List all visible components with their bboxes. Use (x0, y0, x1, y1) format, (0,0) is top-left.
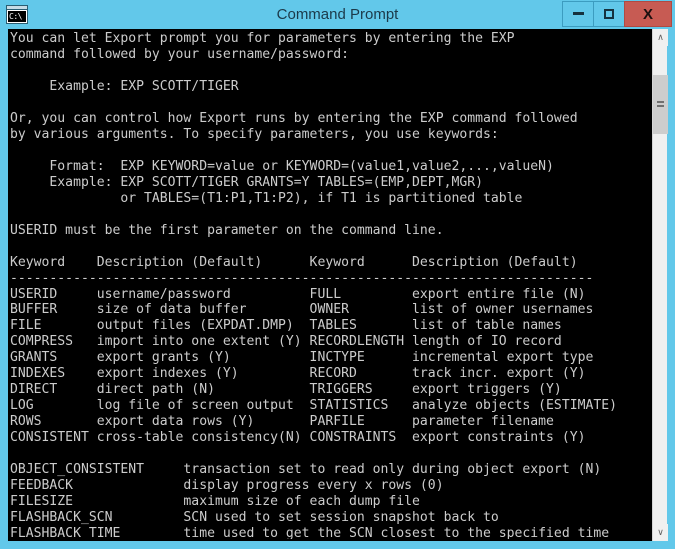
scroll-down-arrow-icon[interactable]: ∨ (653, 524, 668, 541)
window-border-right (667, 29, 675, 549)
maximize-button[interactable] (593, 1, 625, 27)
window-border-bottom (0, 541, 675, 549)
command-prompt-window: C:\ Command Prompt X You can let Export … (0, 0, 675, 549)
console-output-area[interactable]: You can let Export prompt you for parame… (8, 31, 652, 539)
title-bar[interactable]: C:\ Command Prompt X (0, 0, 675, 29)
scrollbar-grip-icon (657, 101, 664, 103)
scroll-up-arrow-icon[interactable]: ∧ (653, 29, 668, 46)
window-border-left (0, 29, 8, 549)
console-client-area[interactable]: You can let Export prompt you for parame… (8, 29, 668, 541)
vertical-scrollbar[interactable]: ∧ ∨ (652, 29, 668, 541)
close-button[interactable]: X (624, 1, 672, 27)
minimize-button[interactable] (562, 1, 594, 27)
console-output-text: You can let Export prompt you for parame… (8, 31, 652, 539)
minimize-icon (572, 11, 584, 15)
maximize-icon (604, 9, 614, 19)
window-controls: X (562, 1, 672, 27)
scrollbar-thumb[interactable] (653, 75, 668, 134)
